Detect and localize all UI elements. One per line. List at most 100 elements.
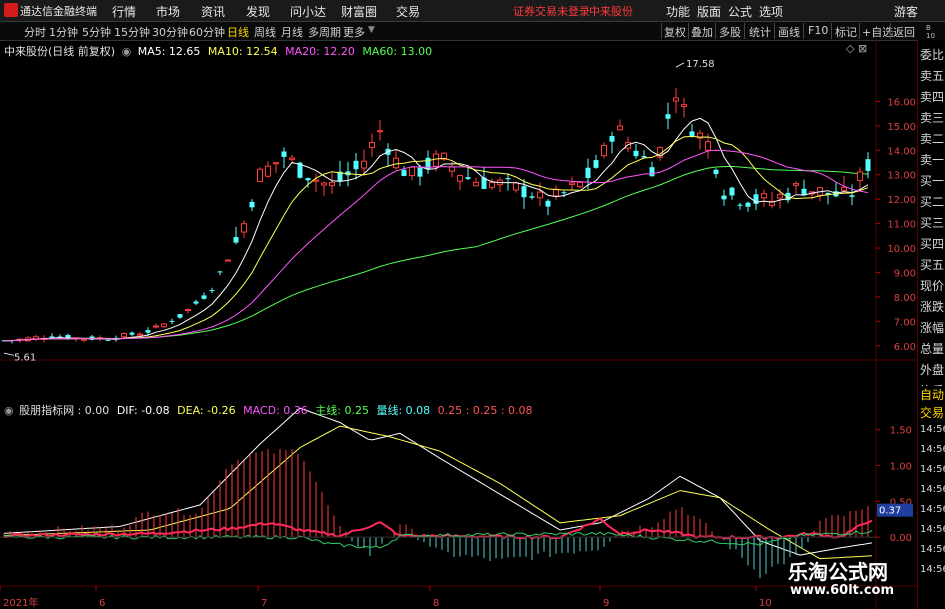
side-change-pct[interactable]: 涨幅 [920,319,944,336]
candle [209,287,215,294]
candle-body [545,200,551,207]
side-ask3[interactable]: 卖三 [920,109,944,126]
menu-ask[interactable]: 问小达 [290,3,326,20]
period-monthly[interactable]: 月线 [281,24,303,40]
side-volume[interactable]: 总量 [920,340,944,357]
app-logo-icon [4,3,18,17]
tick-time: 14:56 [920,564,945,575]
side-change[interactable]: 涨跌 [920,298,944,315]
period-more[interactable]: 更多 [343,24,365,40]
watermark-title: 乐淘公式网 [788,560,888,584]
sub-settings-icon[interactable]: ◉ [4,404,14,417]
login-notice[interactable]: 证券交易未登录 [513,3,590,19]
tick-trade[interactable]: 交易 [920,404,944,421]
period-toolbar: 分时 1分钟 5分钟 15分钟 30分钟 60分钟 日线 周线 月线 多周期 更… [0,22,945,41]
period-15min[interactable]: 15分钟 [114,24,150,40]
toolbar-divider [715,23,716,39]
period-1min[interactable]: 1分钟 [49,24,78,40]
candle [233,226,239,245]
menu-trade[interactable]: 交易 [396,3,420,20]
period-30min[interactable]: 30分钟 [152,24,188,40]
side-outer-disk[interactable]: 外盘 [920,361,944,378]
tool-mark[interactable]: 标记 [835,24,857,40]
toolbar-divider [744,23,745,39]
legend-main-line: 主线: 0.25 [315,404,369,417]
menu-wealth[interactable]: 财富圈 [341,3,377,20]
candle-body [201,295,207,299]
candle [593,154,599,169]
x-tick-label: 9 [603,598,609,609]
side-bid1[interactable]: 买一 [920,172,944,189]
candle [609,131,615,154]
side-ask5[interactable]: 卖五 [920,67,944,84]
side-order-ratio[interactable]: 委比 [920,46,944,63]
period-daily[interactable]: 日线 [227,24,249,40]
legend-settings-icon[interactable]: ◉ [122,45,132,58]
legend-ma5: MA5: 12.65 [137,45,201,58]
candle-body [465,177,471,179]
menu-function[interactable]: 功能 [666,3,690,20]
menu-market-quotes[interactable]: 行情 [112,3,136,20]
menu-formula[interactable]: 公式 [728,3,752,20]
app-title: 通达信金融终端 [20,5,97,18]
candle [505,173,511,191]
side-bid2[interactable]: 买二 [920,193,944,210]
period-60min[interactable]: 60分钟 [189,24,225,40]
candle-body [745,202,751,207]
toolbar-divider [688,23,689,39]
title-bar: 通达信金融终端 行情 市场 资讯 发现 问小达 财富圈 交易 证券交易未登录 中… [0,0,945,22]
main-pane-controls-icon[interactable]: ◇ ⊠ [846,42,867,55]
menu-options[interactable]: 选项 [759,3,783,20]
tick-time: 14:56 [920,504,945,515]
y-tick-label: 7.00 [894,317,916,328]
candle-body [185,309,191,312]
y-tick-label: 13.00 [887,171,916,182]
side-bid4[interactable]: 买四 [920,235,944,252]
candle [641,150,647,159]
more-chevron-down-icon[interactable]: ▼ [368,25,375,35]
menu-news[interactable]: 资讯 [201,3,225,20]
candle [689,123,695,138]
side-ask2[interactable]: 卖二 [920,130,944,147]
side-ask1[interactable]: 卖一 [920,151,944,168]
candle-body [505,178,511,180]
kline-chart[interactable]: 6.00 7.00 8.00 9.00 10.00 11.00 12.00 13.00 14.0… [0,40,917,609]
legend-ma10: MA10: 12.54 [207,45,278,58]
candle [721,189,727,206]
tool-add-favorite[interactable]: +自选 [862,24,893,40]
guest-label[interactable]: 游客 [894,3,918,20]
period-tick[interactable]: 分时 [24,24,46,40]
candle [225,259,231,262]
menu-layout[interactable]: 版面 [697,3,721,20]
candle [81,338,87,343]
y-tick-label: 16.00 [887,97,916,108]
y-tick-label: 12.00 [887,195,916,206]
tick-auto[interactable]: 自动 [920,386,944,403]
tool-multi-stock[interactable]: 多股 [719,24,741,40]
tool-adjust[interactable]: 复权 [664,24,686,40]
tool-draw[interactable]: 画线 [778,24,800,40]
tool-f10[interactable]: F10 [808,24,828,37]
period-weekly[interactable]: 周线 [254,24,276,40]
tool-statistics[interactable]: 统计 [749,24,771,40]
menu-market[interactable]: 市场 [156,3,180,20]
period-multi[interactable]: 多周期 [308,24,341,40]
tool-overlay[interactable]: 叠加 [691,24,713,40]
candle [153,323,159,329]
side-bid3[interactable]: 买三 [920,214,944,231]
period-5min[interactable]: 5分钟 [82,24,111,40]
candle [281,147,287,169]
tool-back[interactable]: 返回 [893,24,915,40]
side-bid5[interactable]: 买五 [920,256,944,273]
menu-discover[interactable]: 发现 [246,3,270,20]
legend-dea: DEA: -0.26 [177,404,236,417]
side-price[interactable]: 现价 [920,277,944,294]
candle [321,181,327,196]
candle-body [393,157,399,169]
side-ask4[interactable]: 卖四 [920,88,944,105]
candle-body [761,193,767,199]
candle-body [177,314,183,318]
legend-dif: DIF: -0.08 [116,404,170,417]
candle-body [609,135,615,142]
low-pointer [3,352,15,356]
